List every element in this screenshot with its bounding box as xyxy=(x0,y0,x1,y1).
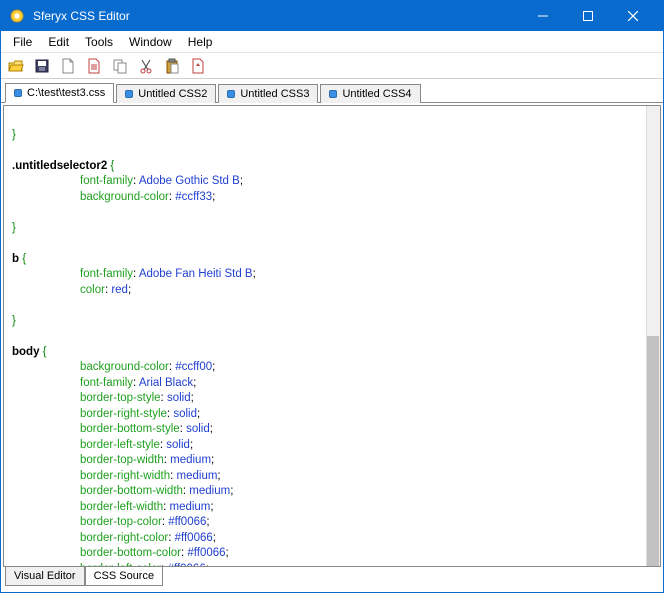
css-val: red xyxy=(111,284,128,296)
brace-open: { xyxy=(39,346,46,358)
css-prop: border-right-width xyxy=(80,470,170,482)
css-prop: background-color xyxy=(80,191,169,203)
css-prop: border-left-color xyxy=(80,563,161,566)
minimize-button[interactable] xyxy=(520,1,565,31)
tab-label: Untitled CSS3 xyxy=(240,88,309,100)
tab-untitled2[interactable]: Untitled CSS2 xyxy=(116,84,216,103)
window-title: Sferyx CSS Editor xyxy=(33,9,520,23)
file-icon xyxy=(227,90,235,98)
editor-wrap: } .untitledselector2 { font-family: Adob… xyxy=(3,105,661,567)
open-icon[interactable] xyxy=(5,55,27,77)
tab-label: Untitled CSS4 xyxy=(342,88,411,100)
menubar: File Edit Tools Window Help xyxy=(1,31,663,53)
cut-icon[interactable] xyxy=(135,55,157,77)
code-editor[interactable]: } .untitledselector2 { font-family: Adob… xyxy=(4,106,646,566)
selector: body xyxy=(12,346,39,358)
tab-untitled3[interactable]: Untitled CSS3 xyxy=(218,84,318,103)
new-icon[interactable] xyxy=(57,55,79,77)
toolbar xyxy=(1,53,663,79)
css-val: solid xyxy=(166,439,190,451)
css-prop: font-family xyxy=(80,377,133,389)
css-val: solid xyxy=(173,408,197,420)
tab-untitled4[interactable]: Untitled CSS4 xyxy=(320,84,420,103)
css-prop: border-right-style xyxy=(80,408,167,420)
document-tabs: C:\test\test3.css Untitled CSS2 Untitled… xyxy=(1,79,663,103)
css-prop: border-bottom-style xyxy=(80,423,180,435)
new-css-icon[interactable] xyxy=(83,55,105,77)
css-val: #ff0066 xyxy=(168,563,206,566)
close-button[interactable] xyxy=(610,1,655,31)
titlebar: Sferyx CSS Editor xyxy=(1,1,663,31)
brace-open: { xyxy=(19,253,26,265)
css-val: #ccff00 xyxy=(175,361,212,373)
brace-open: { xyxy=(107,160,114,172)
css-prop: font-family xyxy=(80,175,133,187)
css-prop: border-top-style xyxy=(80,392,161,404)
css-val: solid xyxy=(186,423,210,435)
menu-help[interactable]: Help xyxy=(180,33,221,51)
css-prop: border-top-width xyxy=(80,454,164,466)
css-prop: border-left-width xyxy=(80,501,163,513)
css-prop: border-bottom-color xyxy=(80,547,181,559)
tab-css-source[interactable]: CSS Source xyxy=(85,567,164,586)
css-prop: border-left-style xyxy=(80,439,160,451)
menu-tools[interactable]: Tools xyxy=(77,33,121,51)
css-val: #ccff33 xyxy=(175,191,212,203)
css-prop: color xyxy=(80,284,105,296)
tab-visual-editor[interactable]: Visual Editor xyxy=(5,567,85,586)
css-prop: border-top-color xyxy=(80,516,162,528)
css-val: Adobe Fan Heiti Std B xyxy=(139,268,253,280)
css-val: medium xyxy=(169,501,210,513)
save-icon[interactable] xyxy=(31,55,53,77)
css-val: medium xyxy=(170,454,211,466)
css-prop: background-color xyxy=(80,361,169,373)
css-val: medium xyxy=(189,485,230,497)
app-icon xyxy=(9,8,25,24)
view-tabs: Visual Editor CSS Source xyxy=(1,567,663,591)
file-icon xyxy=(125,90,133,98)
file-icon xyxy=(14,89,22,97)
css-val: solid xyxy=(167,392,191,404)
export-icon[interactable] xyxy=(187,55,209,77)
css-val: Arial Black xyxy=(139,377,193,389)
paste-icon[interactable] xyxy=(161,55,183,77)
css-val: #ff0066 xyxy=(187,547,225,559)
selector: b xyxy=(12,253,19,265)
file-icon xyxy=(329,90,337,98)
css-val: medium xyxy=(177,470,218,482)
copy-icon[interactable] xyxy=(109,55,131,77)
tab-test3[interactable]: C:\test\test3.css xyxy=(5,83,114,103)
css-val: #ff0066 xyxy=(175,532,213,544)
scrollbar[interactable] xyxy=(646,106,660,566)
scrollbar-thumb[interactable] xyxy=(647,336,659,566)
menu-file[interactable]: File xyxy=(5,33,40,51)
menu-edit[interactable]: Edit xyxy=(40,33,77,51)
tab-label: C:\test\test3.css xyxy=(27,87,105,99)
brace-close: } xyxy=(12,315,16,327)
menu-window[interactable]: Window xyxy=(121,33,180,51)
tab-label: Untitled CSS2 xyxy=(138,88,207,100)
css-prop: border-bottom-width xyxy=(80,485,183,497)
brace-close: } xyxy=(12,129,16,141)
css-val: #ff0066 xyxy=(168,516,206,528)
css-prop: font-family xyxy=(80,268,133,280)
css-val: Adobe Gothic Std B xyxy=(139,175,240,187)
brace-close: } xyxy=(12,222,16,234)
selector: .untitledselector2 xyxy=(12,160,107,172)
maximize-button[interactable] xyxy=(565,1,610,31)
css-prop: border-right-color xyxy=(80,532,168,544)
